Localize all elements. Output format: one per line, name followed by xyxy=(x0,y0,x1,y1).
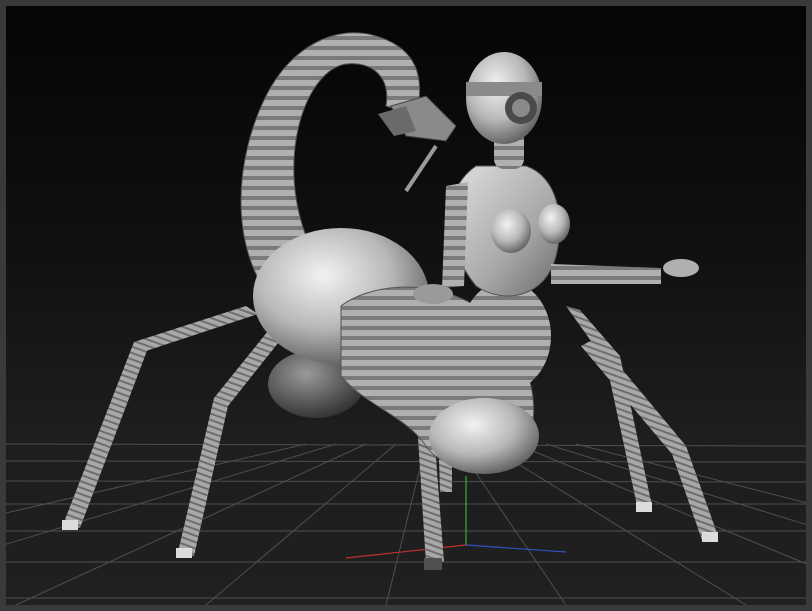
3d-viewport[interactable] xyxy=(6,6,806,605)
viewport-canvas[interactable] xyxy=(6,6,806,605)
arm-right xyxy=(551,259,699,284)
head xyxy=(466,52,542,144)
app-window xyxy=(0,0,812,611)
